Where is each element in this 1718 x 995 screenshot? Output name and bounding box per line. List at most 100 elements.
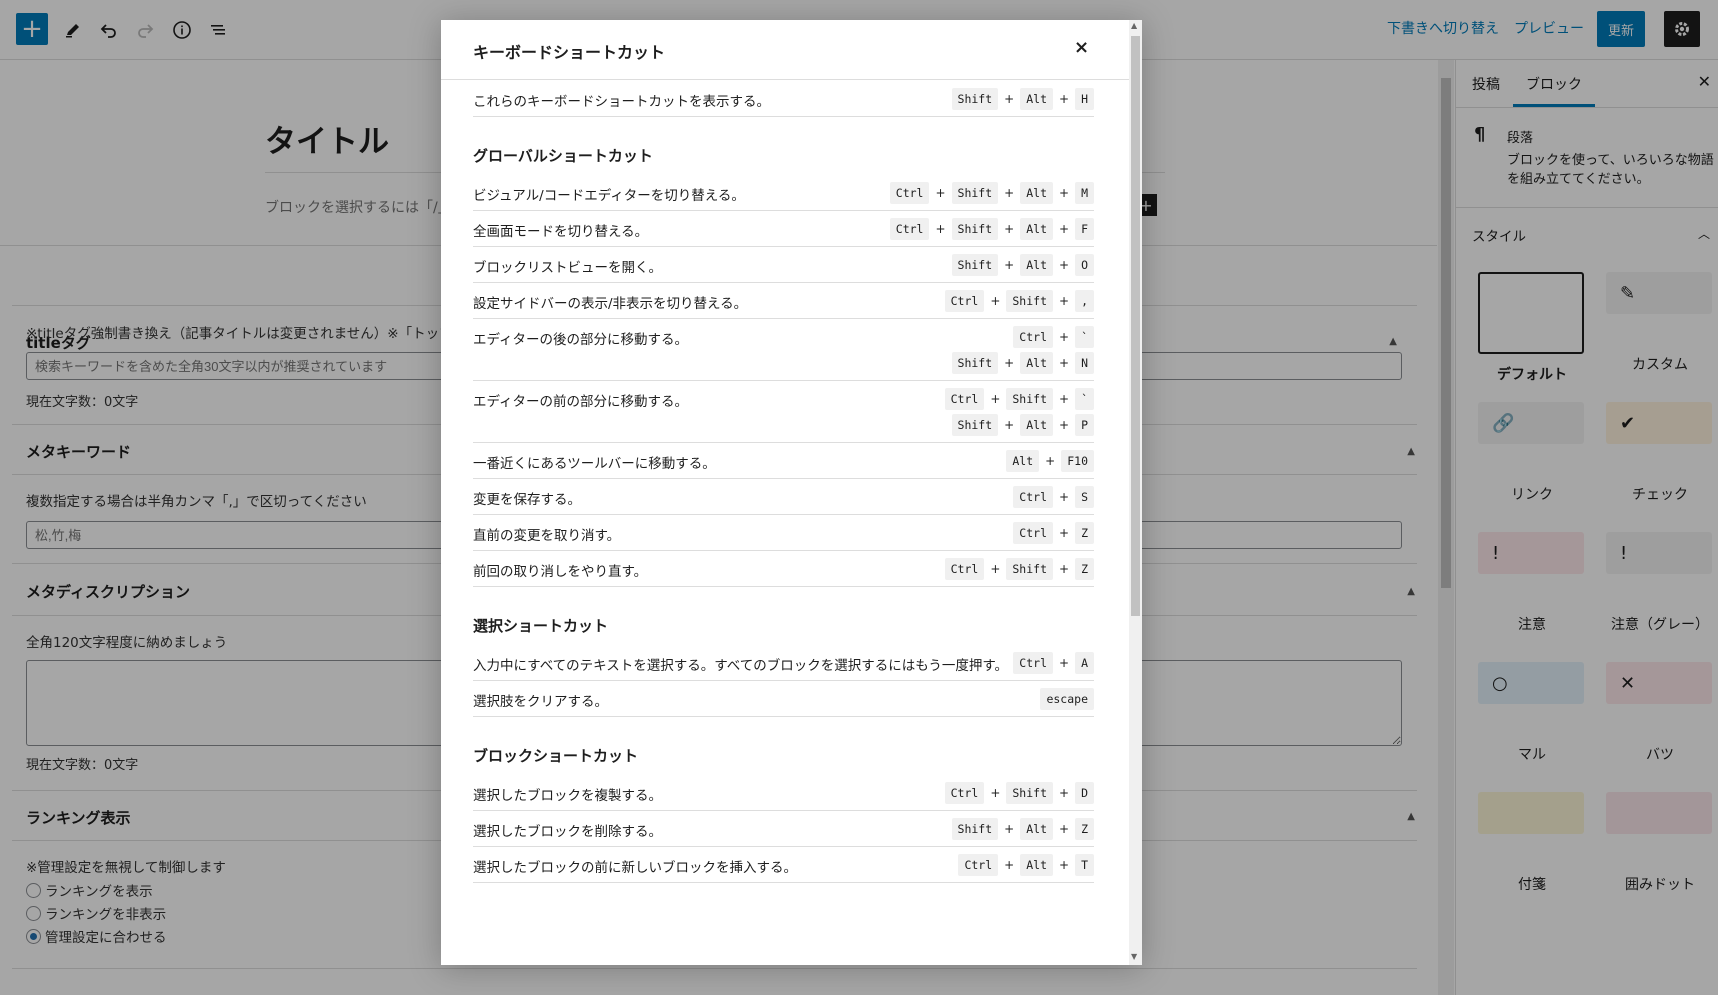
modal-scrollbar[interactable]: ▲ ▼ xyxy=(1129,20,1142,965)
shortcut-row: 変更を保存する。 Ctrl + S xyxy=(473,479,1094,515)
scroll-up-arrow-icon[interactable]: ▲ xyxy=(1131,21,1137,30)
close-icon[interactable]: × xyxy=(1074,37,1089,58)
plus-separator: + xyxy=(990,294,1001,308)
key-cap: O xyxy=(1075,254,1094,276)
shortcut-description: 入力中にすべてのテキストを選択する。すべてのブロックを選択するにはもう一度押す。 xyxy=(473,658,1009,674)
key-cap: M xyxy=(1075,182,1094,204)
key-cap: Shift xyxy=(1006,558,1053,580)
plus-separator: + xyxy=(1059,258,1070,272)
key-cap: Shift xyxy=(951,818,999,840)
plus-separator: + xyxy=(1059,222,1070,236)
key-cap: Shift xyxy=(951,88,999,110)
shortcut-description: ビジュアル/コードエディターを切り替える。 xyxy=(473,188,745,204)
shortcut-row: 設定サイドバーの表示/非表示を切り替える。 Ctrl + Shift +, xyxy=(473,283,1094,319)
plus-separator: + xyxy=(990,392,1001,406)
key-cap: Alt xyxy=(1020,218,1053,240)
shortcut-description: エディターの前の部分に移動する。 xyxy=(473,394,689,410)
key-cap: Ctrl xyxy=(958,854,999,876)
plus-separator: + xyxy=(1059,186,1070,200)
key-cap: Ctrl xyxy=(944,388,985,410)
key-cap: Shift xyxy=(1006,388,1053,410)
shortcut-row: 直前の変更を取り消す。 Ctrl + Z xyxy=(473,515,1094,551)
key-combination: Ctrl + Shift + ` xyxy=(944,388,1094,410)
modal-body: これらのキーボードショートカットを表示する。 Shift + Alt + H グローバルショ… xyxy=(441,80,1129,965)
plus-separator: + xyxy=(935,186,946,200)
key-cap: Shift xyxy=(951,352,999,374)
key-cap: N xyxy=(1075,352,1094,374)
shortcut-description: これらのキーボードショートカットを表示する。 xyxy=(473,94,770,110)
shortcut-description: 選択したブロックの前に新しいブロックを挿入する。 xyxy=(473,860,797,876)
shortcut-description: 全画面モードを切り替える。 xyxy=(473,224,649,240)
key-cap: Shift xyxy=(951,182,999,204)
modal-header: キーボードショートカット × xyxy=(441,20,1129,80)
key-cap: Shift xyxy=(951,254,999,276)
key-cap: Shift xyxy=(951,218,999,240)
scroll-down-arrow-icon[interactable]: ▼ xyxy=(1131,952,1137,961)
key-cap: T xyxy=(1075,854,1094,876)
shortcut-row: エディターの前の部分に移動する。 Ctrl + Shift + ` Shift + Alt + P xyxy=(473,381,1094,443)
key-cap: D xyxy=(1075,782,1094,804)
key-cap: H xyxy=(1075,88,1094,110)
shortcut-row: ビジュアル/コードエディターを切り替える。 Ctrl + Shift + Alt + M xyxy=(473,175,1094,211)
shortcut-row: 入力中にすべてのテキストを選択する。すべてのブロックを選択するにはもう一度押す。… xyxy=(473,645,1094,681)
key-combination: Ctrl + Alt + T xyxy=(958,854,1094,876)
key-combination: Ctrl + Shift +, xyxy=(944,290,1094,312)
key-cap: Alt xyxy=(1006,450,1040,472)
key-cap: Z xyxy=(1075,818,1094,840)
key-cap: Ctrl xyxy=(1013,326,1053,348)
plus-separator: + xyxy=(1059,92,1070,106)
key-combination: Ctrl + Shift + D xyxy=(944,782,1094,804)
key-combination: Ctrl + ` xyxy=(1013,326,1094,348)
plus-separator: + xyxy=(1004,356,1015,370)
key-combination: Shift + Alt + H xyxy=(951,88,1094,110)
shortcut-row: 一番近くにあるツールバーに移動する。 Alt + F10 xyxy=(473,443,1094,479)
shortcut-description: エディターの後の部分に移動する。 xyxy=(473,332,689,348)
plus-separator: + xyxy=(1059,294,1070,308)
key-cap: escape xyxy=(1040,688,1094,710)
plus-separator: + xyxy=(1059,656,1070,670)
key-combination: Ctrl + S xyxy=(1013,486,1094,508)
shortcut-row: 選択したブロックを複製する。 Ctrl + Shift + D xyxy=(473,775,1094,811)
key-cap: Ctrl xyxy=(1013,522,1053,544)
key-cap: F xyxy=(1075,218,1094,240)
key-combination: Ctrl + Shift + Z xyxy=(944,558,1094,580)
shortcut-description: 選択したブロックを削除する。 xyxy=(473,824,662,840)
plus-separator: + xyxy=(1059,356,1070,370)
plus-separator: + xyxy=(1004,222,1015,236)
plus-separator: + xyxy=(1059,562,1070,576)
shortcut-row: ブロックリストビューを開く。 Shift + Alt + O xyxy=(473,247,1094,283)
modal-title: キーボードショートカット xyxy=(473,43,666,62)
plus-separator: + xyxy=(1059,786,1070,800)
plus-separator: + xyxy=(1059,418,1070,432)
shortcut-description: ブロックリストビューを開く。 xyxy=(473,260,662,276)
key-combination: Ctrl + Z xyxy=(1013,522,1094,544)
key-cap: S xyxy=(1075,486,1094,508)
shortcut-description: 設定サイドバーの表示/非表示を切り替える。 xyxy=(473,296,748,312)
key-combination: Alt + F10 xyxy=(1006,450,1094,472)
plus-separator: + xyxy=(1059,822,1070,836)
plus-separator: + xyxy=(935,222,946,236)
key-combination: Shift + Alt + O xyxy=(951,254,1094,276)
plus-separator: + xyxy=(1004,822,1015,836)
keyboard-shortcuts-modal: キーボードショートカット × これらのキーボードショートカットを表示する。 Shi… xyxy=(441,20,1142,965)
key-combination: Shift + Alt + Z xyxy=(951,818,1094,840)
key-cap: Alt xyxy=(1020,818,1053,840)
plus-separator: + xyxy=(1004,186,1015,200)
shortcut-row: 選択したブロックの前に新しいブロックを挿入する。 Ctrl + Alt + T xyxy=(473,847,1094,883)
key-cap: P xyxy=(1075,414,1094,436)
shortcut-description: 直前の変更を取り消す。 xyxy=(473,528,621,544)
section-heading: グローバルショートカット xyxy=(473,147,653,165)
plus-separator: + xyxy=(1004,258,1015,272)
shortcut-description: 一番近くにあるツールバーに移動する。 xyxy=(473,456,716,472)
shortcut-row: エディターの後の部分に移動する。 Ctrl + ` Shift + Alt + N xyxy=(473,319,1094,381)
key-cap: Alt xyxy=(1020,254,1053,276)
section-heading: 選択ショートカット xyxy=(473,617,609,635)
plus-separator: + xyxy=(1004,92,1015,106)
scrollbar-thumb[interactable] xyxy=(1131,36,1140,616)
key-cap: Alt xyxy=(1020,414,1053,436)
key-cap: Ctrl xyxy=(944,782,985,804)
key-cap: Alt xyxy=(1020,88,1053,110)
shortcut-row: 選択したブロックを削除する。 Shift + Alt + Z xyxy=(473,811,1094,847)
key-combination: Ctrl + Shift + Alt + F xyxy=(889,218,1094,240)
key-combination: Shift + Alt + P xyxy=(951,414,1094,436)
